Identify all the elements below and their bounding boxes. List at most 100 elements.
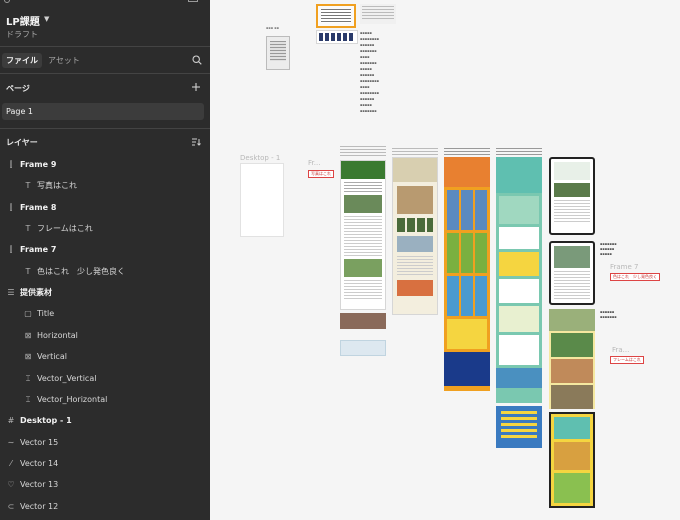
layer-vector-horizontal[interactable]: ⌶ Vector_Horizontal xyxy=(23,392,108,408)
frame-phone-yellow[interactable] xyxy=(549,412,595,508)
layer-frame-7[interactable]: ⫿ Frame 7 xyxy=(6,242,57,258)
group-icon: ☰ xyxy=(7,288,15,297)
note-text: ▪▪▪▪▪▪ ▪▪▪▪▪▪▪ xyxy=(600,310,617,319)
vector-icon: ∼ xyxy=(7,438,15,447)
layer-label: Vector 13 xyxy=(20,480,59,489)
layer-label: 提供素材 xyxy=(20,288,52,297)
layer-title[interactable]: ▢ Title xyxy=(23,306,54,322)
frame-thumbnail[interactable] xyxy=(360,4,396,24)
annotation-tag-frame[interactable]: フレームはこれ xyxy=(610,356,644,364)
layer-vector-14[interactable]: ⁄ Vector 14 xyxy=(6,456,58,472)
frame-thumbnail-small[interactable] xyxy=(266,36,290,70)
frame-icon: ⫿ xyxy=(9,245,13,254)
layer-desktop-1[interactable]: # Desktop - 1 xyxy=(6,413,72,429)
layer-label: Frame 9 xyxy=(20,160,57,169)
left-sidebar: LP課題 ▼ ドラフト ファイル アセット ページ Page 1 レイヤー ⫿ F… xyxy=(0,0,210,520)
frame-lp-orange[interactable] xyxy=(444,157,490,391)
image-icon: ⊠ xyxy=(24,352,32,361)
layer-label: 写真はこれ xyxy=(37,181,77,190)
frame-lp-cream[interactable] xyxy=(392,157,438,315)
note-text: ▪▪▪▪▪ ▪▪▪▪▪▪▪▪ ▪▪▪▪▪▪ ▪▪▪▪▪▪▪ ▪▪▪▪ ▪▪▪▪▪▪▪ ▪▪▪… xyxy=(360,31,379,113)
note-text: ▪▪▪▪▪▪▪ ▪▪▪▪▪▪ ▪▪▪▪▪ xyxy=(600,242,617,256)
design-canvas[interactable]: ▪▪▪ ▪▪ ▪▪▪▪▪ ▪▪▪▪▪▪▪▪ ▪▪▪▪▪▪ ▪▪▪▪▪▪▪ ▪▪▪▪ ▪▪▪… xyxy=(210,0,680,520)
note-text: ▪▪▪ ▪▪ xyxy=(266,26,279,30)
layer-label: Vector_Horizontal xyxy=(37,395,108,404)
layer-horizontal[interactable]: ⊠ Horizontal xyxy=(23,328,78,344)
vector-icon: ⊂ xyxy=(7,502,15,511)
file-status: ドラフト xyxy=(6,30,38,39)
annotation-tag-color[interactable]: 色はこれ 少し発色良く xyxy=(610,273,660,281)
layer-label: Vector_Vertical xyxy=(37,374,97,383)
vector-icon: ⁄ xyxy=(10,459,12,468)
panel-toggle-icon[interactable] xyxy=(188,0,198,2)
layer-vector-12[interactable]: ⊂ Vector 12 xyxy=(6,499,59,515)
layer-text[interactable]: T フレームはこれ xyxy=(23,221,93,237)
text-icon: T xyxy=(25,267,31,276)
layer-group-materials[interactable]: ☰ 提供素材 xyxy=(6,285,52,301)
frame-lp-green[interactable] xyxy=(340,160,386,310)
layer-text[interactable]: T 写真はこれ xyxy=(23,178,77,194)
frame-header-notes xyxy=(340,146,386,158)
vector-group-icon: ⌶ xyxy=(25,374,31,383)
frame-photo-collage[interactable] xyxy=(549,309,595,409)
frame-lp-teal[interactable] xyxy=(496,157,542,403)
menu-icon[interactable] xyxy=(4,0,10,3)
layer-vector-13[interactable]: ♡ Vector 13 xyxy=(6,477,58,493)
layer-label: Vector 12 xyxy=(20,502,59,511)
frame-header-notes xyxy=(444,148,490,156)
frame-icon: ⫿ xyxy=(9,203,13,212)
layer-label: Vector 15 xyxy=(20,438,59,447)
search-icon[interactable] xyxy=(192,55,202,65)
layer-label: Frame 8 xyxy=(20,203,57,212)
frame-phone-2[interactable] xyxy=(549,241,595,305)
chevron-down-icon[interactable]: ▼ xyxy=(44,15,49,23)
frame-label-frame-7[interactable]: Frame 7 xyxy=(610,263,639,271)
frame-label-fra[interactable]: Fra... xyxy=(612,346,629,354)
layer-vector-15[interactable]: ∼ Vector 15 xyxy=(6,435,59,451)
layer-label: フレームはこれ xyxy=(37,224,93,233)
frame-thumbnail-selected[interactable] xyxy=(316,4,356,28)
divider xyxy=(0,73,210,74)
pages-section-label: ページ xyxy=(6,84,30,93)
photo-strip[interactable] xyxy=(340,313,386,329)
layer-frame-9[interactable]: ⫿ Frame 9 xyxy=(6,157,57,173)
layer-text[interactable]: T 色はこれ 少し発色良く xyxy=(23,264,125,280)
annotation-tag-photo[interactable]: 写真はこれ xyxy=(308,170,334,178)
layer-label: Horizontal xyxy=(37,331,78,340)
page-item[interactable]: Page 1 xyxy=(2,103,204,120)
layer-vector-vertical[interactable]: ⌶ Vector_Vertical xyxy=(23,371,97,387)
sort-layers-icon[interactable] xyxy=(191,137,201,147)
rectangle-icon: ▢ xyxy=(24,309,32,318)
layer-label: Title xyxy=(37,309,55,318)
layer-label: Frame 7 xyxy=(20,245,57,254)
top-toolbar-edge xyxy=(0,0,210,6)
frame-label-desktop-1[interactable]: Desktop - 1 xyxy=(240,154,280,162)
layer-label: Desktop - 1 xyxy=(20,416,72,425)
layer-frame-8[interactable]: ⫿ Frame 8 xyxy=(6,200,57,216)
tab-file[interactable]: ファイル xyxy=(2,53,42,68)
divider xyxy=(0,128,210,129)
layer-vertical[interactable]: ⊠ Vertical xyxy=(23,349,67,365)
text-icon: T xyxy=(25,181,31,190)
frame-label-fr[interactable]: Fr... xyxy=(308,159,320,167)
layer-label: Vector 14 xyxy=(20,459,59,468)
vector-icon: ♡ xyxy=(7,480,15,489)
frame-thumbnail[interactable] xyxy=(340,340,386,356)
divider xyxy=(0,46,210,47)
add-page-icon[interactable] xyxy=(191,82,201,92)
tab-assets[interactable]: アセット xyxy=(44,53,84,68)
layer-label: Vertical xyxy=(37,352,67,361)
layers-section-label: レイヤー xyxy=(6,138,38,147)
text-icon: T xyxy=(25,224,31,233)
hash-frame-icon: # xyxy=(7,416,15,425)
frame-header-notes xyxy=(496,148,542,156)
frame-phone-1[interactable] xyxy=(549,157,595,235)
vector-group-icon: ⌶ xyxy=(25,395,31,404)
frame-header-notes xyxy=(392,148,438,156)
frame-desktop-1[interactable] xyxy=(240,163,284,237)
file-name[interactable]: LP課題 xyxy=(6,13,40,28)
image-icon: ⊠ xyxy=(24,331,32,340)
frame-thumbnail[interactable] xyxy=(316,30,358,44)
frame-lp-teal-footer[interactable] xyxy=(496,406,542,448)
layer-label: 色はこれ 少し発色良く xyxy=(37,267,125,276)
